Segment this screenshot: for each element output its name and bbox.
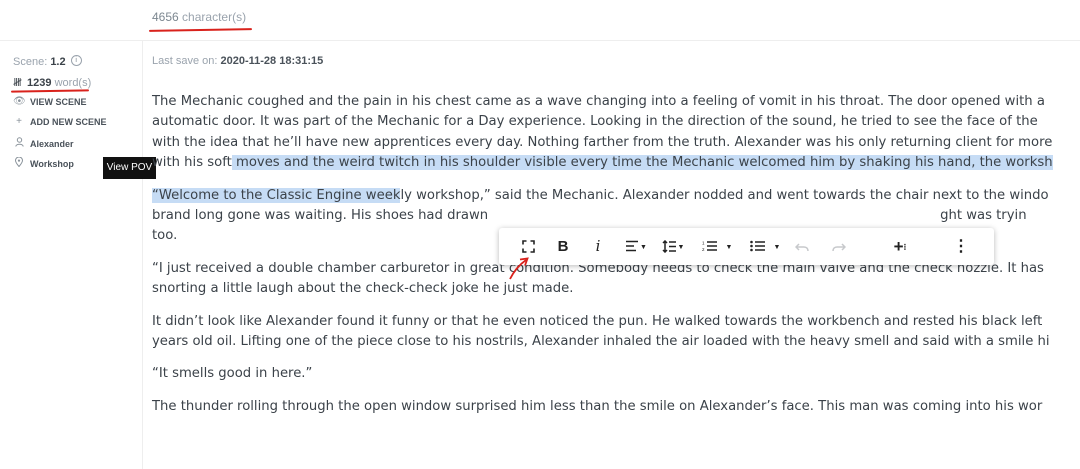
selected-text: “Welcome to the Classic Engine week [152,187,401,203]
line-height-dropdown[interactable]: ▼ [657,228,689,265]
character-count: 4656 character(s) [152,10,246,24]
insert-plus-icon: +⁝ [893,237,907,256]
line-height-icon [662,239,676,254]
view-pov-tooltip: View POV [103,157,156,179]
annotation-arrow [509,257,529,280]
undo-icon [794,243,809,252]
text-line: ght was tryin [940,208,1027,224]
text-line: The thunder rolling through the open win… [152,398,1043,414]
insert-button[interactable]: +⁝ [888,228,912,265]
text-line: snorting a little laugh about the check-… [152,281,574,297]
top-bar: 4656 character(s) [0,0,1080,41]
pov-character-alexander[interactable]: Alexander [13,137,74,150]
user-icon [13,137,25,150]
chevron-down-icon: ▼ [677,244,685,251]
last-save: Last save on: 2020-11-28 18:31:15 [152,55,323,67]
align-dropdown[interactable]: ▼ [620,228,652,265]
scene-indicator: Scene: 1.2 i [13,55,82,68]
text-line: The Mechanic coughed and the pain in his… [152,94,1045,109]
chevron-down-icon: ▼ [773,244,781,251]
italic-button[interactable]: i [590,228,606,265]
add-new-scene-label: ADD NEW SCENE [30,116,107,127]
paragraph: “It smells good in here.” [152,364,1080,384]
paragraph: The Mechanic coughed and the pain in his… [152,92,1080,174]
text-line: too. [152,228,178,244]
numbered-list-icon: 12 [702,241,717,252]
pov-character-label: Alexander [30,138,74,149]
plus-icon: + [16,116,22,127]
bullet-list-dropdown[interactable]: ▼ [745,228,785,265]
bullet-list-icon [749,240,765,252]
paragraph: The thunder rolling through the open win… [152,397,1080,417]
add-new-scene-link[interactable]: + ADD NEW SCENE [13,116,107,127]
scene-value: 1.2 [50,56,66,68]
last-save-label: Last save on: [152,55,218,67]
chevron-down-icon: ▼ [640,244,647,251]
undo-button[interactable] [792,228,812,265]
character-count-value: 4656 [152,10,179,24]
text-line: years old oil. Lifting one of the piece … [152,334,1050,350]
info-icon[interactable]: i [70,55,82,66]
tally-icon: 𝍸 [13,77,22,89]
text-line: ly workshop,” said the Mechanic. Alexand… [400,187,1049,203]
more-vertical-icon: ⋮ [953,238,969,255]
bold-button[interactable]: B [554,228,572,265]
eye-icon: 👁 [13,96,26,107]
view-scene-label: VIEW SCENE [30,96,87,107]
text-line: with his soft [152,155,232,171]
paragraph: It didn’t look like Alexander found it f… [152,312,1080,353]
chevron-down-icon: ▼ [725,244,733,251]
text-line: It didn’t look like Alexander found it f… [152,313,1043,329]
word-count-value: 1239 [27,77,52,89]
location-label: Workshop [30,158,74,169]
svg-text:2: 2 [702,247,705,252]
selected-text: moves and the weird twitch in his should… [231,155,1053,171]
text-line: automatic door. It was part of the Mecha… [152,114,1038,130]
location-workshop[interactable]: Workshop [13,156,74,170]
word-count-label: word(s) [54,77,92,89]
formatting-toolbar: B i ▼ ▼ 1 2 ▼ ▼ +⁝ ⋮ [499,228,994,265]
scene-label: Scene: [13,56,48,68]
text-line: with the idea that he’ll have new appren… [152,134,1053,150]
text-line: brand long gone was waiting. His shoes h… [152,208,489,224]
numbered-list-dropdown[interactable]: 1 2 ▼ [697,228,737,265]
location-pin-icon [13,156,25,170]
more-options-button[interactable]: ⋮ [951,228,971,265]
redo-icon [832,243,847,252]
svg-text:1: 1 [702,241,705,246]
text-line: “It smells good in here.” [152,366,313,382]
align-left-icon [626,240,639,252]
redo-button[interactable] [829,228,849,265]
character-count-label: character(s) [182,10,247,24]
view-scene-link[interactable]: 👁 VIEW SCENE [13,96,87,107]
last-save-value: 2020-11-28 18:31:15 [220,55,324,67]
